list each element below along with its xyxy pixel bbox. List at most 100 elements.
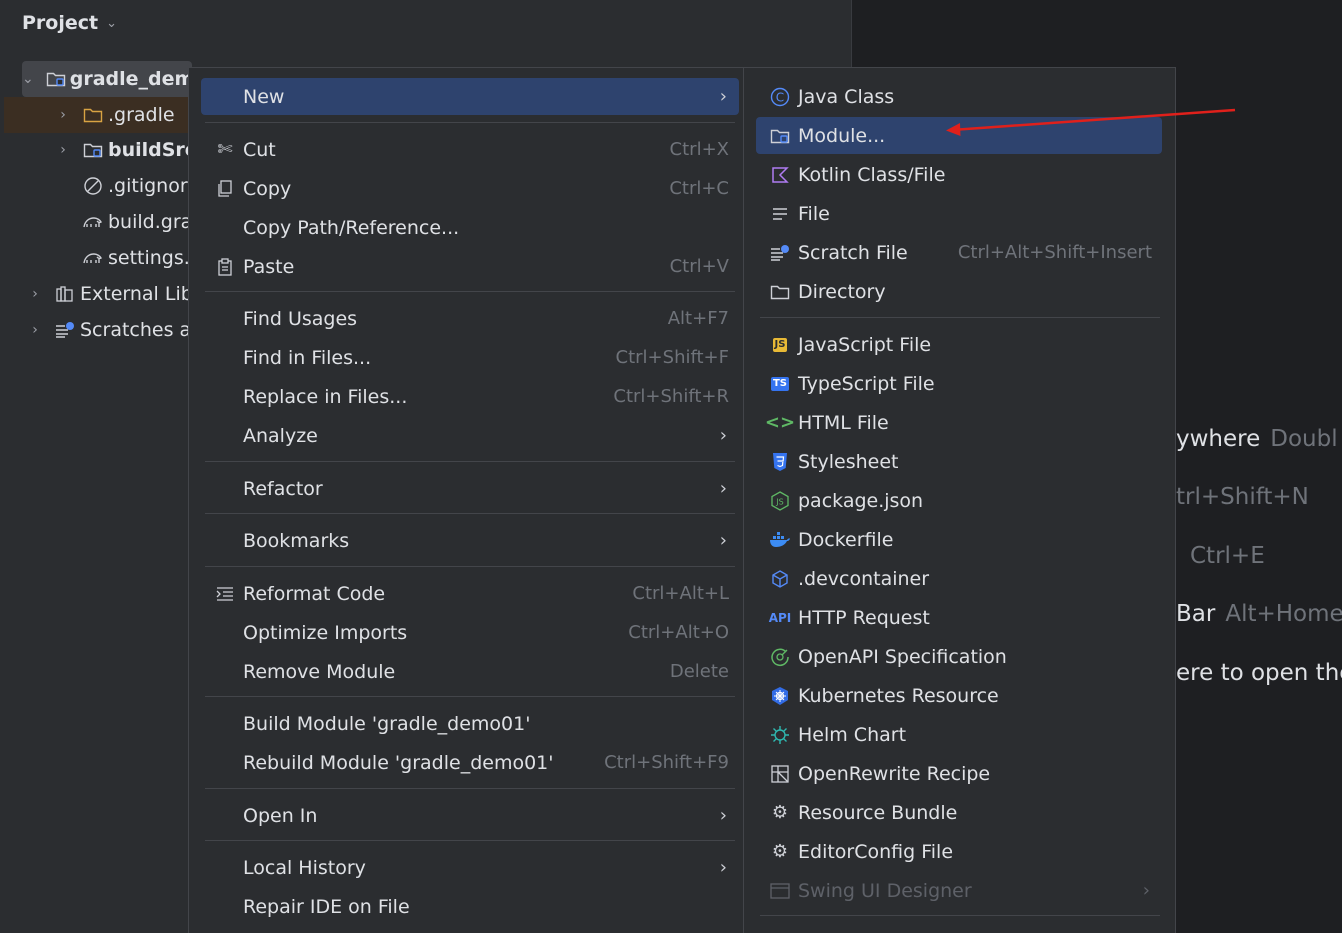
- menu-separator: [205, 122, 735, 123]
- project-view-selector[interactable]: Project ⌄: [22, 10, 117, 36]
- chevron-right-icon: ›: [719, 857, 727, 878]
- new-item-openapi[interactable]: OpenAPI Specification: [756, 638, 1162, 675]
- chevron-right-icon: ›: [719, 530, 727, 551]
- tree-item-label: External Lib: [80, 283, 193, 305]
- css-icon: [766, 452, 794, 472]
- new-item-editorconfig[interactable]: ⚙ EditorConfig File: [756, 833, 1162, 870]
- reformat-icon: [211, 586, 239, 602]
- new-item-swing-ui-designer: Swing UI Designer ›: [756, 872, 1162, 909]
- menu-item-replace-in-files[interactable]: Replace in Files... Ctrl+Shift+R: [201, 378, 739, 415]
- helm-icon: [766, 724, 794, 746]
- hint-go-to-file: trl+Shift+N: [1176, 484, 1309, 510]
- context-menu: New › ✄ Cut Ctrl+X Copy Ctrl+C Copy Path…: [188, 67, 744, 933]
- svg-text:C: C: [776, 90, 784, 104]
- menu-item-local-history[interactable]: Local History ›: [201, 849, 739, 886]
- menu-item-bookmarks[interactable]: Bookmarks ›: [201, 522, 739, 559]
- chevron-right-icon: ›: [719, 478, 727, 499]
- gradle-file-icon: [82, 211, 104, 233]
- menu-item-copy[interactable]: Copy Ctrl+C: [201, 170, 739, 207]
- library-icon: [54, 283, 76, 305]
- menu-item-reformat-code[interactable]: Reformat Code Ctrl+Alt+L: [201, 575, 739, 612]
- menu-item-repair-ide[interactable]: Repair IDE on File: [201, 888, 739, 925]
- menu-separator: [205, 566, 735, 567]
- menu-item-build-module[interactable]: Build Module 'gradle_demo01': [201, 705, 739, 742]
- menu-item-open-in[interactable]: Open In ›: [201, 797, 739, 834]
- menu-separator: [760, 915, 1160, 916]
- tree-item-settings-gradle[interactable]: settings.: [82, 240, 190, 276]
- directory-icon: [766, 283, 794, 301]
- menu-item-optimize-imports[interactable]: Optimize Imports Ctrl+Alt+O: [201, 614, 739, 651]
- menu-item-refactor[interactable]: Refactor ›: [201, 470, 739, 507]
- menu-item-find-usages[interactable]: Find Usages Alt+F7: [201, 300, 739, 337]
- new-item-openrewrite[interactable]: OpenRewrite Recipe: [756, 755, 1162, 792]
- typescript-icon: TS: [770, 376, 790, 391]
- module-icon: [766, 127, 794, 145]
- swing-icon: [766, 882, 794, 899]
- tree-item-external-libraries[interactable]: › External Lib: [28, 276, 193, 312]
- new-item-helm-chart[interactable]: Helm Chart: [756, 716, 1162, 753]
- chevron-right-icon[interactable]: ›: [28, 286, 42, 302]
- new-item-dockerfile[interactable]: Dockerfile: [756, 521, 1162, 558]
- tree-item-label: build.gra: [108, 211, 193, 233]
- new-item-html[interactable]: <> HTML File: [756, 404, 1162, 441]
- paste-icon: [211, 257, 239, 276]
- new-item-devcontainer[interactable]: .devcontainer: [756, 560, 1162, 597]
- tree-item-gitignore[interactable]: .gitignor: [82, 168, 188, 204]
- menu-item-analyze[interactable]: Analyze ›: [201, 417, 739, 454]
- menu-separator: [205, 788, 735, 789]
- api-icon: API: [768, 610, 792, 625]
- new-item-javascript[interactable]: JS JavaScript File: [756, 326, 1162, 363]
- chevron-right-icon: ›: [719, 425, 727, 446]
- gradle-file-icon: [82, 247, 104, 269]
- docker-icon: [766, 531, 794, 549]
- hint-drop-files: ere to open the: [1176, 660, 1342, 686]
- new-item-http-request[interactable]: API HTTP Request: [756, 599, 1162, 636]
- kubernetes-icon: [766, 686, 794, 706]
- scissors-icon: ✄: [217, 139, 233, 160]
- javascript-icon: JS: [772, 337, 788, 352]
- scratches-icon: [54, 319, 76, 341]
- openapi-icon: [766, 647, 794, 667]
- tree-item-label: gradle_dem: [69, 68, 195, 90]
- menu-separator: [205, 291, 735, 292]
- tree-item-gradle[interactable]: › .gradle: [4, 97, 188, 133]
- scratch-file-icon: [766, 244, 794, 262]
- new-item-package-json[interactable]: JS package.json: [756, 482, 1162, 519]
- menu-separator: [760, 317, 1160, 318]
- menu-item-cut[interactable]: ✄ Cut Ctrl+X: [201, 131, 739, 168]
- menu-item-find-in-files[interactable]: Find in Files... Ctrl+Shift+F: [201, 339, 739, 376]
- folder-icon: [82, 104, 104, 126]
- new-submenu: C Java Class Module... Kotlin Class/File…: [743, 67, 1176, 933]
- menu-item-paste[interactable]: Paste Ctrl+V: [201, 248, 739, 285]
- tree-item-buildsrc[interactable]: › buildSrc: [56, 132, 196, 168]
- tree-item-root[interactable]: ⌄ gradle_dem: [22, 61, 195, 97]
- hint-navigation-bar: Bar Alt+Home: [1176, 601, 1342, 627]
- menu-item-new[interactable]: New ›: [201, 78, 739, 115]
- menu-item-copy-path[interactable]: Copy Path/Reference...: [201, 209, 739, 246]
- gear-icon: ⚙: [771, 841, 789, 862]
- java-class-icon: C: [766, 87, 794, 107]
- new-item-scratch-file[interactable]: Scratch File Ctrl+Alt+Shift+Insert: [756, 234, 1162, 271]
- menu-separator: [205, 513, 735, 514]
- new-item-kotlin[interactable]: Kotlin Class/File: [756, 156, 1162, 193]
- new-item-directory[interactable]: Directory: [756, 273, 1162, 310]
- chevron-right-icon[interactable]: ›: [28, 322, 42, 338]
- new-item-file[interactable]: File: [756, 195, 1162, 232]
- menu-item-rebuild-module[interactable]: Rebuild Module 'gradle_demo01' Ctrl+Shif…: [201, 744, 739, 781]
- new-item-resource-bundle[interactable]: ⚙ Resource Bundle: [756, 794, 1162, 831]
- chevron-right-icon[interactable]: ›: [56, 107, 70, 123]
- kotlin-icon: [766, 166, 794, 184]
- menu-item-remove-module[interactable]: Remove Module Delete: [201, 653, 739, 690]
- chevron-right-icon: ›: [719, 86, 727, 107]
- new-item-typescript[interactable]: TS TypeScript File: [756, 365, 1162, 402]
- tree-item-label: Scratches a: [80, 319, 192, 341]
- copy-icon: [211, 179, 239, 198]
- new-item-stylesheet[interactable]: Stylesheet: [756, 443, 1162, 480]
- new-item-kubernetes[interactable]: Kubernetes Resource: [756, 677, 1162, 714]
- tree-item-build-gradle[interactable]: build.gra: [82, 204, 192, 240]
- tree-item-label: buildSrc: [108, 139, 197, 161]
- tree-item-scratches[interactable]: › Scratches a: [28, 312, 191, 348]
- chevron-down-icon[interactable]: ⌄: [22, 71, 34, 87]
- svg-text:JS: JS: [775, 497, 783, 506]
- chevron-right-icon[interactable]: ›: [56, 142, 70, 158]
